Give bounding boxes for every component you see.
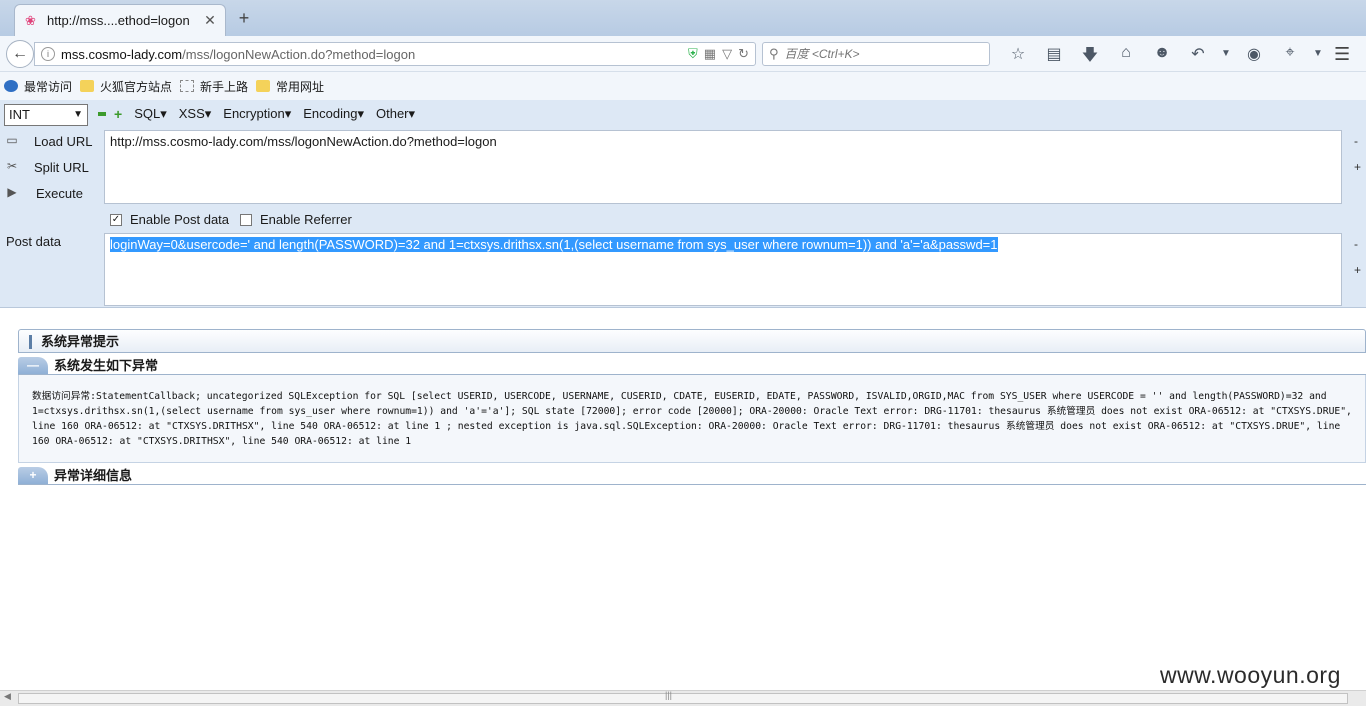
grip-icon: ||| — [665, 690, 673, 700]
scroll-left-icon[interactable]: ◀ — [4, 691, 11, 702]
horizontal-scrollbar[interactable]: ◀ ||| — [0, 690, 1366, 706]
scissors-icon: ✂ — [6, 159, 18, 173]
chat-icon[interactable]: ◉ — [1236, 44, 1272, 71]
url-domain: mss.cosmo-lady.com — [61, 46, 183, 62]
tab-title: http://mss....ethod=logon — [47, 13, 190, 28]
watermark: www.wooyun.org — [1160, 662, 1341, 688]
exception-message: 数据访问异常:StatementCallback; uncategorized … — [18, 375, 1366, 463]
post-data-label: Post data — [6, 234, 61, 249]
undo-icon[interactable]: ↶ — [1180, 44, 1216, 71]
menu-xss[interactable]: XSS▾ — [179, 106, 212, 122]
bookmarks-toolbar: 最常访问 火狐官方站点 新手上路 常用网址 — [0, 72, 1366, 100]
navigation-bar: ← i mss.cosmo-lady.com/mss/logonNewActio… — [0, 36, 1366, 72]
close-tab-icon[interactable]: ✕ — [201, 12, 219, 29]
tab-strip: ❀ http://mss....ethod=logon ✕ + — [0, 0, 1366, 36]
back-button[interactable]: ← — [6, 40, 34, 68]
download-icon[interactable]: 🡇 — [1072, 44, 1108, 71]
exception-section-header[interactable]: — 系统发生如下异常 — [18, 357, 1366, 375]
address-bar[interactable]: i mss.cosmo-lady.com/mss/logonNewAction.… — [34, 42, 756, 66]
site-favicon-icon: ❀ — [25, 12, 36, 28]
collapse-icon[interactable]: — — [18, 357, 48, 374]
bookmark-firefox-site[interactable]: 火狐官方站点 — [80, 78, 172, 95]
increase-icon[interactable]: + — [114, 106, 122, 122]
new-tab-button[interactable]: + — [234, 8, 254, 29]
shield-icon[interactable]: ⛨ — [688, 46, 698, 62]
search-input[interactable] — [784, 47, 975, 61]
crop-icon[interactable]: ⌖ — [1272, 44, 1308, 71]
scrollbar-thumb[interactable] — [18, 693, 1348, 704]
enable-referrer-checkbox[interactable]: Enable Referrer — [240, 212, 352, 227]
crop-dropdown-icon[interactable]: ▼ — [1308, 44, 1328, 71]
page-icon — [180, 80, 195, 92]
post-data-value: loginWay=0&usercode=' and length(PASSWOR… — [110, 237, 998, 252]
menu-icon[interactable]: ☰ — [1334, 44, 1350, 65]
bookmark-star-icon[interactable]: ☆ — [1000, 44, 1036, 71]
reload-icon[interactable]: ↻ — [738, 46, 749, 62]
bookmark-most-visited[interactable]: 最常访问 — [4, 78, 72, 95]
magnifier-icon — [4, 80, 18, 92]
tab-active[interactable]: ❀ http://mss....ethod=logon ✕ — [14, 4, 226, 36]
exception-detail-header[interactable]: + 异常详细信息 — [18, 467, 1366, 485]
decrease-icon[interactable] — [98, 112, 106, 116]
url-textarea[interactable]: http://mss.cosmo-lady.com/mss/logonNewAc… — [104, 130, 1342, 204]
menu-other[interactable]: Other▾ — [376, 106, 415, 122]
execute-button[interactable]: ▶ Execute — [4, 185, 83, 201]
checkmark-icon: ✓ — [110, 213, 122, 226]
post-shrink-button[interactable]: - — [1354, 237, 1358, 251]
expand-icon[interactable]: + — [18, 467, 48, 484]
folder-icon — [80, 80, 95, 92]
post-expand-button[interactable]: + — [1354, 263, 1361, 277]
site-identity-icon[interactable]: i — [41, 47, 55, 61]
chevron-down-icon: ▼ — [73, 109, 83, 120]
undo-dropdown-icon[interactable]: ▼ — [1216, 44, 1236, 71]
home-icon[interactable]: ⌂ — [1108, 44, 1144, 71]
emoji-icon[interactable]: ☻ — [1144, 44, 1180, 71]
bookmark-common-sites[interactable]: 常用网址 — [256, 78, 324, 95]
qr-code-icon[interactable]: ▦ — [704, 46, 716, 62]
split-url-button[interactable]: ✂ Split URL — [4, 159, 89, 175]
hackbar-panel: INT ▼ + SQL▾ XSS▾ Encryption▾ Encoding▾ … — [0, 100, 1366, 308]
post-data-textarea[interactable]: loginWay=0&usercode=' and length(PASSWOR… — [104, 233, 1342, 306]
search-icon: ⚲ — [769, 46, 779, 61]
url-expand-button[interactable]: + — [1354, 160, 1361, 174]
menu-encoding[interactable]: Encoding▾ — [303, 106, 364, 122]
dropdown-arrow-icon[interactable]: ▽ — [722, 46, 732, 62]
load-url-icon: ▭ — [6, 133, 18, 147]
bookmark-getting-started[interactable]: 新手上路 — [180, 78, 248, 95]
url-path: /mss/logonNewAction.do?method=logon — [182, 46, 416, 62]
play-icon: ▶ — [7, 185, 17, 199]
page-content: 系统异常提示 — 系统发生如下异常 数据访问异常:StatementCallba… — [0, 309, 1366, 690]
url-shrink-button[interactable]: - — [1354, 134, 1358, 148]
page-title: 系统异常提示 — [18, 329, 1366, 353]
search-box[interactable]: ⚲ — [762, 42, 990, 66]
load-url-button[interactable]: ▭ Load URL — [4, 133, 92, 149]
menu-encryption[interactable]: Encryption▾ — [223, 106, 291, 122]
type-select[interactable]: INT ▼ — [4, 104, 88, 126]
reading-list-icon[interactable]: ▤ — [1036, 44, 1072, 71]
menu-sql[interactable]: SQL▾ — [134, 106, 167, 122]
enable-post-checkbox[interactable]: ✓ Enable Post data — [110, 212, 229, 227]
folder-icon — [256, 80, 271, 92]
